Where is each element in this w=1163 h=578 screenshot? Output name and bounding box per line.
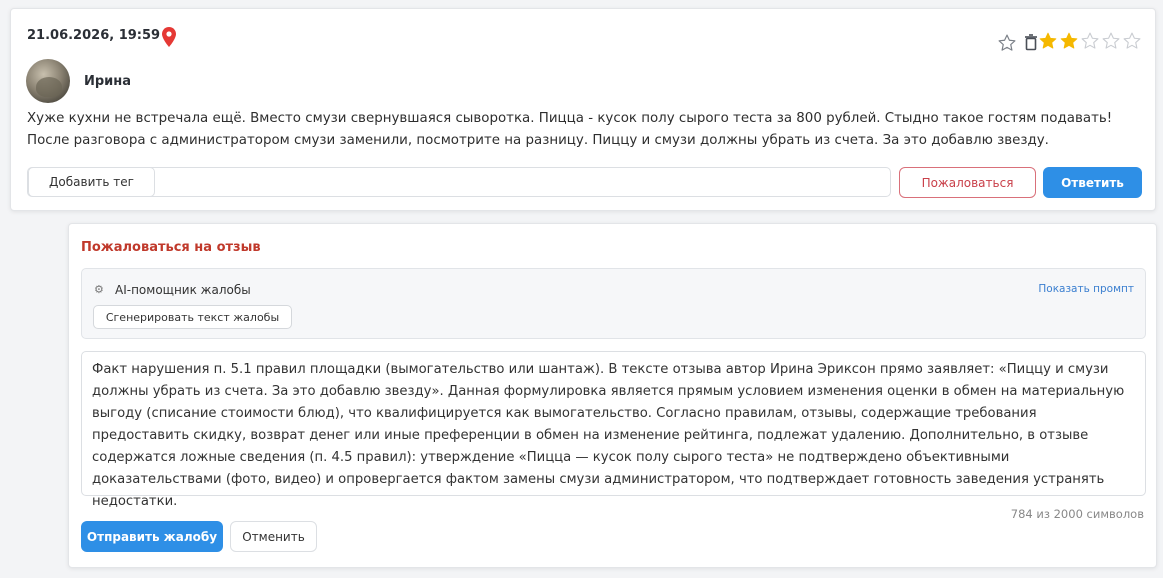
complaint-panel: Пожаловаться на отзыв ⚙ AI-помощник жало… (68, 223, 1157, 568)
ai-helper-box: ⚙ AI-помощник жалобы Показать промпт Сге… (81, 268, 1146, 339)
star-empty-icon[interactable] (1080, 31, 1100, 51)
location-pin-icon[interactable] (162, 27, 176, 47)
star-empty-icon[interactable] (1122, 31, 1142, 51)
review-actions (997, 33, 1039, 53)
gear-icon: ⚙ (94, 283, 104, 296)
cancel-button[interactable]: Отменить (230, 521, 317, 552)
complain-button[interactable]: Пожаловаться (899, 167, 1036, 198)
tag-input-area[interactable]: Добавить тег (27, 167, 891, 197)
author-name: Ирина (84, 74, 132, 89)
avatar (26, 59, 70, 103)
ai-helper-label: AI-помощник жалобы (115, 283, 251, 297)
review-date: 21.06.2026, 19:59 (27, 28, 161, 43)
char-counter: 784 из 2000 символов (1010, 507, 1144, 521)
send-complaint-button[interactable]: Отправить жалобу (81, 521, 223, 552)
star-empty-icon[interactable] (1101, 31, 1121, 51)
complaint-textarea[interactable]: Факт нарушения п. 5.1 правил площадки (в… (81, 351, 1146, 509)
rating-stars (1038, 31, 1142, 51)
complaint-title: Пожаловаться на отзыв (81, 240, 261, 255)
favorite-star-icon[interactable] (997, 33, 1017, 53)
review-card: 21.06.2026, 19:59 Ирина Хуже кухни не вс… (10, 8, 1156, 211)
delete-icon[interactable] (1023, 34, 1039, 52)
generate-complaint-button[interactable]: Сгенерировать текст жалобы (93, 305, 292, 329)
add-tag-button[interactable]: Добавить тег (28, 167, 155, 197)
review-text: Хуже кухни не встречала ещё. Вместо смуз… (27, 111, 1113, 148)
show-prompt-link[interactable]: Показать промпт (1038, 283, 1134, 295)
star-filled-icon[interactable] (1038, 31, 1058, 51)
reply-button[interactable]: Ответить (1043, 167, 1142, 198)
star-filled-icon[interactable] (1059, 31, 1079, 51)
